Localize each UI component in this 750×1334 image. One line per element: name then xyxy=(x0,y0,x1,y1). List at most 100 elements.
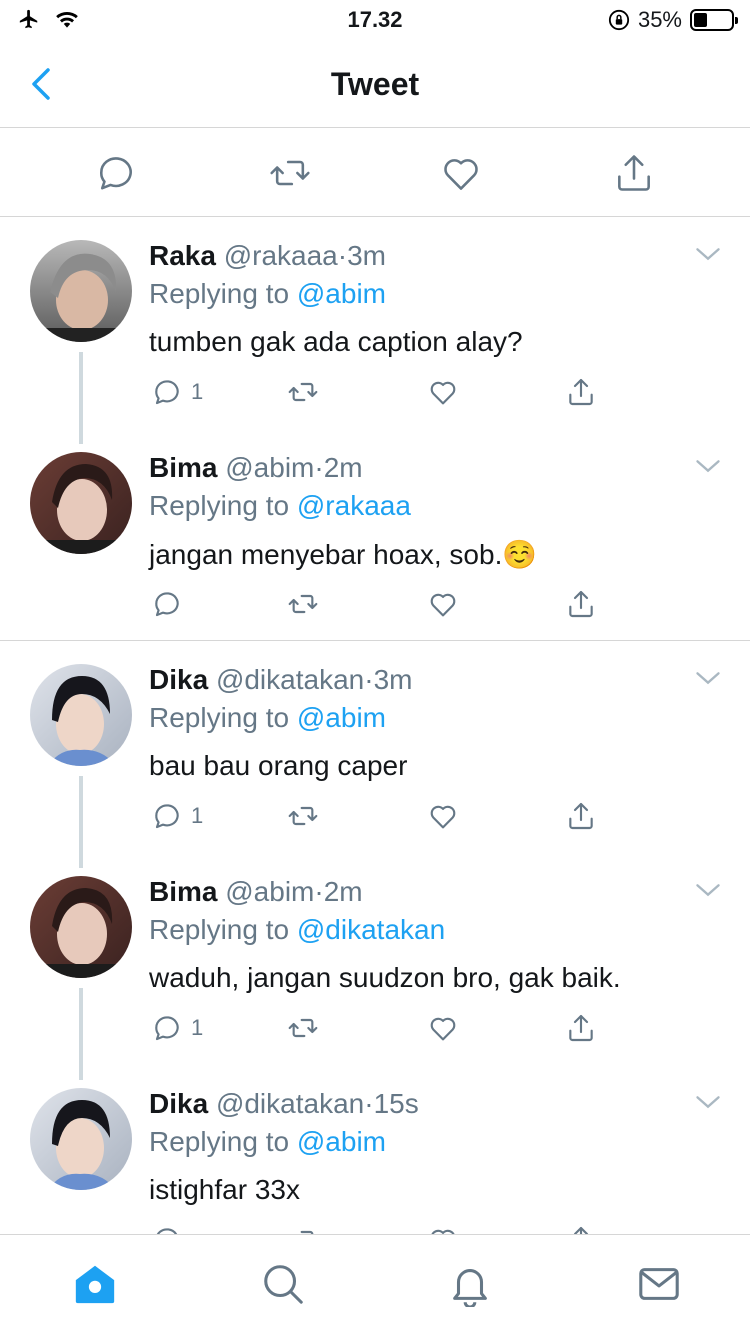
timestamp: 3m xyxy=(347,240,386,271)
author-handle[interactable]: @dikatakan xyxy=(216,1088,364,1119)
mention-link[interactable]: @abim xyxy=(297,702,386,733)
tweet-actions: 1 xyxy=(149,374,609,414)
page-title: Tweet xyxy=(330,66,420,102)
reply-count: 1 xyxy=(191,803,204,828)
orientation-lock-icon xyxy=(608,9,630,31)
share-button[interactable] xyxy=(565,586,597,622)
search-icon[interactable] xyxy=(260,1261,306,1307)
avatar[interactable] xyxy=(30,240,132,342)
avatar[interactable] xyxy=(30,1088,132,1190)
like-button[interactable] xyxy=(427,1010,459,1046)
author-name[interactable]: Dika xyxy=(149,664,208,695)
share-icon xyxy=(569,1014,593,1042)
author-handle[interactable]: @rakaaa xyxy=(224,240,338,271)
separator: · xyxy=(314,452,324,483)
status-right: 35% xyxy=(608,7,738,33)
retweet-button[interactable] xyxy=(287,374,319,410)
author-name[interactable]: Bima xyxy=(149,876,217,907)
tweet-text-body: jangan menyebar hoax, sob. xyxy=(149,539,503,570)
retweet-icon[interactable] xyxy=(268,151,312,195)
thread-line xyxy=(79,988,83,1080)
retweet-button[interactable] xyxy=(287,1010,319,1046)
author-handle[interactable]: @abim xyxy=(225,452,314,483)
avatar[interactable] xyxy=(30,876,132,978)
share-icon xyxy=(569,802,593,830)
chevron-down-icon[interactable] xyxy=(694,240,722,268)
mention-link[interactable]: @abim xyxy=(297,1126,386,1157)
notifications-icon[interactable] xyxy=(447,1261,493,1307)
replying-to-label: Replying to xyxy=(149,278,290,309)
retweet-icon xyxy=(288,594,318,614)
timestamp: 15s xyxy=(373,1088,419,1119)
tweet-header: Bima @abim·2m xyxy=(149,452,363,484)
avatar[interactable] xyxy=(30,664,132,766)
like-icon[interactable] xyxy=(439,151,483,195)
reply-button[interactable]: 1 xyxy=(151,798,203,834)
tab-bar xyxy=(0,1234,750,1334)
retweet-button[interactable] xyxy=(287,798,319,834)
tweet-actions xyxy=(149,586,609,626)
thread-line xyxy=(79,352,83,444)
replying-to: Replying to @abim xyxy=(149,278,386,310)
author-name[interactable]: Bima xyxy=(149,452,217,483)
replying-to-label: Replying to xyxy=(149,914,290,945)
separator: · xyxy=(364,664,374,695)
reply-icon xyxy=(155,1016,179,1041)
share-button[interactable] xyxy=(565,1010,597,1046)
timestamp: 2m xyxy=(323,876,363,907)
chevron-down-icon[interactable] xyxy=(694,664,722,692)
battery-percent: 35% xyxy=(637,7,682,32)
reply-icon[interactable] xyxy=(94,151,138,195)
like-icon xyxy=(430,1017,456,1041)
author-handle[interactable]: @abim xyxy=(225,876,314,907)
retweet-icon xyxy=(288,382,318,402)
author-name[interactable]: Raka xyxy=(149,240,216,271)
share-button[interactable] xyxy=(565,798,597,834)
share-button[interactable] xyxy=(565,374,597,410)
tweet-header: Dika @dikatakan·15s xyxy=(149,1088,419,1120)
battery-icon xyxy=(690,9,738,31)
tweet-actions: 1 xyxy=(149,798,609,838)
replying-to-label: Replying to xyxy=(149,702,290,733)
reply-icon xyxy=(155,380,179,405)
tweet-actions: 1 xyxy=(149,1010,609,1050)
like-button[interactable] xyxy=(427,586,459,622)
replying-to-label: Replying to xyxy=(149,490,290,521)
retweet-icon xyxy=(288,1018,318,1038)
timestamp: 3m xyxy=(373,664,413,695)
like-button[interactable] xyxy=(427,374,459,410)
like-icon xyxy=(430,381,456,405)
home-icon[interactable] xyxy=(72,1261,118,1307)
mention-link[interactable]: @rakaaa xyxy=(297,490,411,521)
avatar[interactable] xyxy=(30,452,132,554)
retweet-button[interactable] xyxy=(287,586,319,622)
reply-button[interactable]: 1 xyxy=(151,1010,203,1046)
tweet-header: Bima @abim·2m xyxy=(149,876,363,908)
thread-line xyxy=(79,776,83,868)
thread-divider xyxy=(0,640,750,641)
share-icon[interactable] xyxy=(612,151,656,195)
chevron-down-icon[interactable] xyxy=(694,1088,722,1116)
mention-link[interactable]: @dikatakan xyxy=(297,914,445,945)
like-button[interactable] xyxy=(427,798,459,834)
author-handle[interactable]: @dikatakan xyxy=(216,664,364,695)
author-name[interactable]: Dika xyxy=(149,1088,208,1119)
chevron-down-icon[interactable] xyxy=(694,452,722,480)
main-tweet-actions xyxy=(0,129,750,217)
reply-button[interactable] xyxy=(151,586,183,622)
reply-button[interactable]: 1 xyxy=(151,374,203,410)
tweet-header: Raka @rakaaa·3m xyxy=(149,240,386,272)
share-icon xyxy=(569,378,593,406)
separator: · xyxy=(337,240,348,271)
chevron-down-icon[interactable] xyxy=(694,876,722,904)
battery-fill xyxy=(694,13,707,27)
messages-icon[interactable] xyxy=(636,1261,682,1307)
timestamp: 2m xyxy=(323,452,363,483)
smiling-emoji: ☺️ xyxy=(502,539,538,570)
replying-to: Replying to @rakaaa xyxy=(149,490,411,522)
retweet-icon xyxy=(288,806,318,826)
nav-bar: Tweet xyxy=(0,40,750,128)
mention-link[interactable]: @abim xyxy=(297,278,386,309)
separator: · xyxy=(314,876,324,907)
status-bar: 17.32 35% xyxy=(0,0,750,40)
